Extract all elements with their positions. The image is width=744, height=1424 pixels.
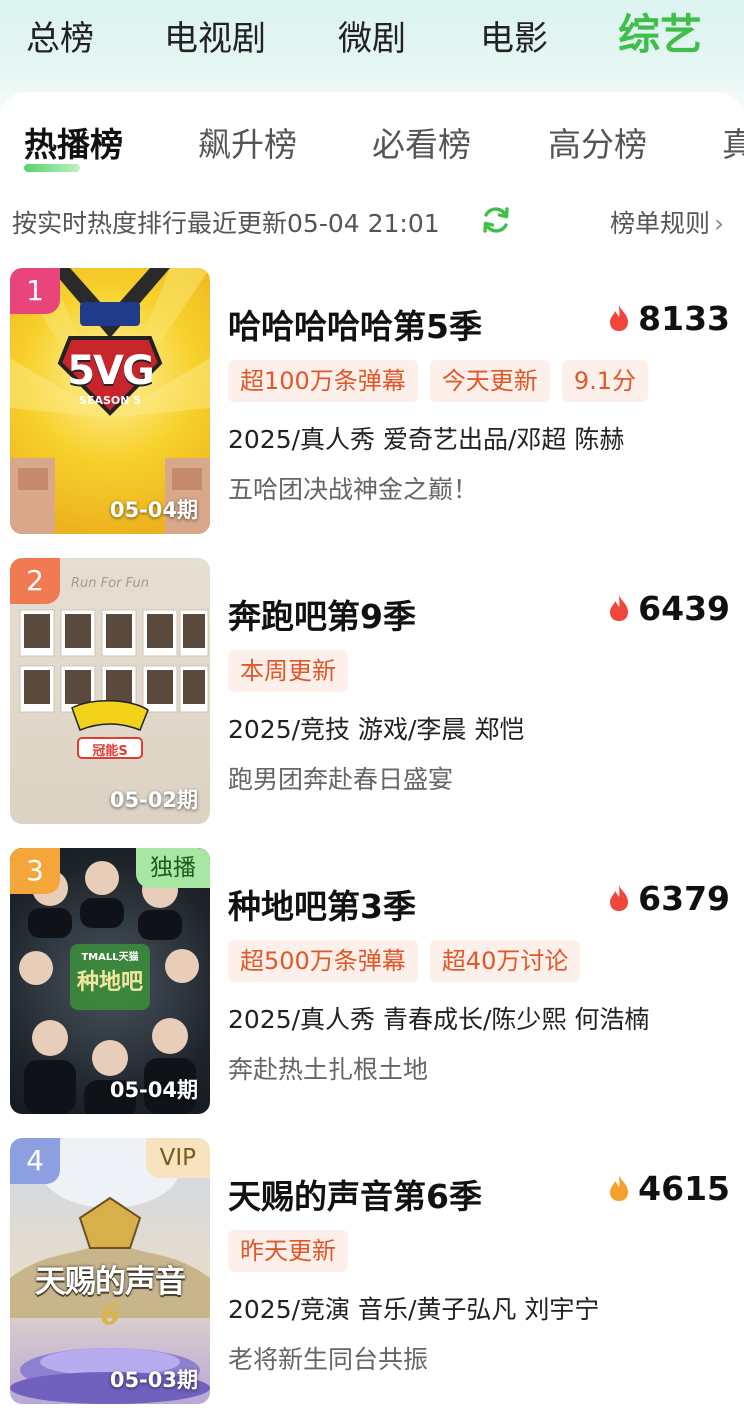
episode-label: 05-04期 bbox=[109, 1078, 198, 1102]
list-item[interactable]: Run For Fun 冠能S 2 05-02期 奔跑吧第9季 6439 本周更… bbox=[0, 558, 744, 824]
ranking-rules-link[interactable]: 榜单规则 › bbox=[610, 204, 724, 240]
show-title[interactable]: 哈哈哈哈哈第5季 bbox=[228, 300, 482, 348]
sub-tab-hot[interactable]: 热播榜 bbox=[24, 122, 123, 172]
tag-discussion: 超40万讨论 bbox=[429, 940, 581, 982]
rank-badge: 4 bbox=[10, 1138, 60, 1184]
poster-sponsor-text: 冠能S bbox=[92, 744, 128, 759]
rank-badge: 1 bbox=[10, 268, 60, 314]
heat-score: 8133 bbox=[608, 296, 730, 340]
poster-logo-text: 种地吧 bbox=[76, 970, 143, 995]
list-item[interactable]: 天赐的声音 6 4 VIP 05-03期 天赐的声音第6季 4615 昨天更新 … bbox=[0, 1138, 744, 1404]
tag-update: 本周更新 bbox=[228, 650, 348, 692]
show-description: 奔赴热土扎根土地 bbox=[228, 1055, 429, 1084]
show-title[interactable]: 奔跑吧第9季 bbox=[228, 590, 416, 638]
show-meta: 2025/竞技 游戏/李晨 郑恺 bbox=[228, 715, 525, 744]
show-title[interactable]: 天赐的声音第6季 bbox=[228, 1170, 482, 1218]
tag-list: 超500万条弹幕 超40万讨论 bbox=[228, 940, 581, 982]
episode-label: 05-04期 bbox=[109, 498, 198, 522]
sub-tab-must-watch[interactable]: 必看榜 bbox=[372, 122, 471, 168]
rank-badge: 3 bbox=[10, 848, 60, 894]
ranking-rules-label: 榜单规则 bbox=[609, 209, 710, 238]
poster-logo-subtitle: SEASON 5 bbox=[79, 394, 141, 407]
flame-icon bbox=[610, 305, 629, 331]
poster-image[interactable]: TMALL天猫 种地吧 3 独播 05-04期 bbox=[10, 848, 210, 1114]
rank-badge: 2 bbox=[10, 558, 60, 604]
episode-label: 05-03期 bbox=[109, 1368, 198, 1392]
heat-score: 6439 bbox=[608, 586, 730, 630]
active-tab-underline bbox=[24, 164, 80, 172]
sub-tab-rising[interactable]: 飙升榜 bbox=[198, 122, 297, 168]
tag-update: 昨天更新 bbox=[228, 1230, 348, 1272]
heat-score: 6379 bbox=[608, 876, 730, 920]
category-bar: 总榜 电视剧 微剧 电影 综艺 bbox=[0, 0, 744, 82]
poster-image[interactable]: Run For Fun 冠能S 2 05-02期 bbox=[10, 558, 210, 824]
heat-value: 4615 bbox=[638, 1168, 730, 1208]
tag-list: 昨天更新 bbox=[228, 1230, 348, 1272]
episode-label: 05-02期 bbox=[109, 788, 198, 812]
heat-score: 4615 bbox=[608, 1166, 730, 1210]
refresh-icon[interactable] bbox=[480, 204, 512, 236]
show-description: 老将新生同台共振 bbox=[228, 1345, 429, 1374]
poster-logo-text: 5VG bbox=[67, 348, 155, 394]
exclusive-badge: 独播 bbox=[136, 848, 210, 888]
show-meta: 2025/竞演 音乐/黄子弘凡 刘宇宁 bbox=[228, 1295, 600, 1324]
chevron-right-icon: › bbox=[714, 209, 724, 238]
tag-danmaku: 超500万条弹幕 bbox=[228, 940, 418, 982]
list-item[interactable]: 5VG SEASON 5 1 05-04期 哈哈哈哈哈第5季 8133 超100… bbox=[0, 268, 744, 534]
tag-list: 本周更新 bbox=[228, 650, 348, 692]
poster-logo-text: 天赐的声音 bbox=[35, 1264, 186, 1300]
tag-danmaku: 超100万条弹幕 bbox=[228, 360, 418, 402]
show-description: 跑男团奔赴春日盛宴 bbox=[228, 765, 454, 794]
flame-icon bbox=[610, 885, 629, 911]
show-meta: 2025/真人秀 青春成长/陈少熙 何浩楠 bbox=[228, 1005, 650, 1034]
category-tab-tv-series[interactable]: 电视剧 bbox=[164, 16, 266, 62]
show-title[interactable]: 种地吧第3季 bbox=[228, 880, 416, 928]
poster-image[interactable]: 天赐的声音 6 4 VIP 05-03期 bbox=[10, 1138, 210, 1404]
sub-tab-hot-label: 热播榜 bbox=[24, 125, 123, 164]
category-tab-overall[interactable]: 总榜 bbox=[26, 16, 94, 62]
tag-update: 今天更新 bbox=[429, 360, 550, 402]
sub-tab-bar: 热播榜 飙升榜 必看榜 高分榜 真 bbox=[0, 118, 744, 178]
show-meta: 2025/真人秀 爱奇艺出品/邓超 陈赫 bbox=[228, 425, 625, 454]
poster-image[interactable]: 5VG SEASON 5 1 05-04期 bbox=[10, 268, 210, 534]
flame-icon bbox=[610, 595, 629, 621]
flame-icon bbox=[610, 1175, 629, 1201]
show-description: 五哈团决战神金之巅！ bbox=[228, 475, 479, 504]
sub-tab-truncated[interactable]: 真 bbox=[722, 122, 744, 168]
heat-value: 8133 bbox=[638, 298, 730, 338]
tag-list: 超100万条弹幕 今天更新 9.1分 bbox=[228, 360, 648, 402]
category-tab-variety[interactable]: 综艺 bbox=[618, 12, 702, 58]
list-item[interactable]: TMALL天猫 种地吧 3 独播 05-04期 种地吧第3季 6379 超500… bbox=[0, 848, 744, 1114]
poster-season-number: 6 bbox=[100, 1298, 120, 1331]
vip-badge: VIP bbox=[145, 1138, 210, 1178]
tag-score: 9.1分 bbox=[561, 360, 648, 402]
category-tab-micro-drama[interactable]: 微剧 bbox=[338, 16, 406, 62]
poster-sponsor-text: TMALL天猫 bbox=[81, 952, 139, 963]
sub-tab-high-score[interactable]: 高分榜 bbox=[548, 122, 647, 168]
ranking-info-line: 按实时热度排行最近更新05-04 21:01 榜单规则 › bbox=[12, 200, 732, 244]
heat-value: 6379 bbox=[638, 878, 730, 918]
heat-value: 6439 bbox=[638, 588, 730, 628]
category-tab-movie[interactable]: 电影 bbox=[480, 16, 548, 62]
update-info-text: 按实时热度排行最近更新05-04 21:01 bbox=[12, 209, 440, 238]
